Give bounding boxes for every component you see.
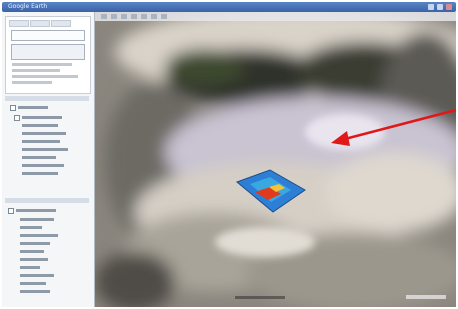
tree-item[interactable]	[20, 218, 54, 221]
tree-item[interactable]	[22, 124, 58, 127]
tree-item[interactable]	[16, 209, 56, 212]
tree-expand-icon[interactable]	[10, 105, 16, 111]
tree-item[interactable]	[20, 234, 58, 237]
arrow-icon	[331, 108, 456, 146]
tree-item[interactable]	[22, 140, 60, 143]
map-viewport[interactable]	[95, 12, 456, 307]
tree-item[interactable]	[22, 172, 58, 175]
tree-item[interactable]	[20, 274, 54, 277]
result-line	[12, 75, 78, 78]
sidebar-panel	[2, 12, 95, 307]
window-title: Google Earth	[8, 3, 48, 10]
search-input[interactable]	[11, 30, 85, 41]
tree-item[interactable]	[18, 106, 48, 109]
search-panel	[5, 16, 91, 94]
annotation-layer	[236, 108, 456, 213]
title-bar: Google Earth	[2, 2, 456, 12]
maximize-button[interactable]	[437, 4, 443, 10]
tree-item[interactable]	[20, 266, 40, 269]
tab-directions[interactable]	[51, 20, 71, 27]
tree-item[interactable]	[22, 132, 66, 135]
tree-item[interactable]	[20, 290, 50, 293]
search-results	[11, 44, 85, 60]
tree-item[interactable]	[20, 250, 44, 253]
result-line	[12, 81, 52, 84]
tab-search[interactable]	[9, 20, 29, 27]
tab-fly-to[interactable]	[30, 20, 50, 27]
tree-item[interactable]	[20, 258, 48, 261]
result-line	[12, 69, 60, 72]
scale-legend	[406, 295, 446, 299]
tree-item[interactable]	[22, 164, 64, 167]
tree-item[interactable]	[20, 282, 46, 285]
tree-expand-icon[interactable]	[14, 115, 20, 121]
tree-expand-icon[interactable]	[8, 208, 14, 214]
tree-item[interactable]	[20, 226, 42, 229]
result-line	[12, 63, 72, 66]
map-overlay-icon[interactable]	[236, 169, 306, 213]
status-readout	[235, 296, 285, 299]
tree-item[interactable]	[22, 116, 62, 119]
layers-header[interactable]	[5, 198, 89, 203]
minimize-button[interactable]	[428, 4, 434, 10]
tree-item[interactable]	[20, 242, 50, 245]
close-button[interactable]	[446, 4, 452, 10]
places-header[interactable]	[5, 96, 89, 101]
tree-item[interactable]	[22, 156, 56, 159]
tree-item[interactable]	[22, 148, 68, 151]
